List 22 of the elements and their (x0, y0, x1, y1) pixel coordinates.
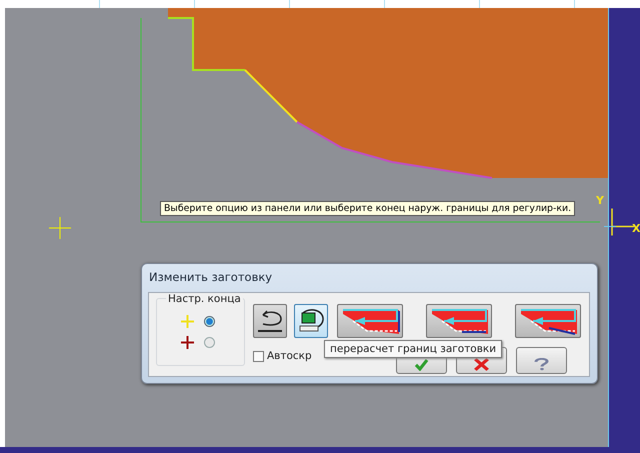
tooltip: перерасчет границ заготовки (324, 340, 502, 358)
help-icon (534, 358, 549, 371)
radio-button[interactable] (204, 316, 215, 327)
axis-label: X (632, 222, 640, 235)
radio-button[interactable] (204, 337, 215, 348)
checkbox-label[interactable]: Автоскр (267, 350, 312, 362)
check-icon (414, 358, 429, 371)
profile-button[interactable] (515, 304, 581, 338)
close-icon (474, 358, 489, 371)
profile-button[interactable] (337, 304, 403, 338)
cross-icon (181, 315, 194, 328)
checkbox[interactable] (253, 350, 264, 362)
cross-icon (181, 336, 194, 349)
axis-label: Y (596, 194, 604, 207)
recalc-button[interactable] (294, 304, 328, 338)
profile-button[interactable] (426, 304, 492, 338)
dialog-title: Изменить заготовку (148, 269, 274, 286)
crosshair-icon[interactable] (48, 216, 72, 240)
group-title: Настр. конца (166, 293, 243, 305)
hint-tooltip: Выберите опцию из панели или выберите конец наруж. границы для регулир-ки. (160, 201, 576, 216)
help-button[interactable] (516, 347, 567, 374)
undo-button[interactable] (253, 304, 287, 338)
